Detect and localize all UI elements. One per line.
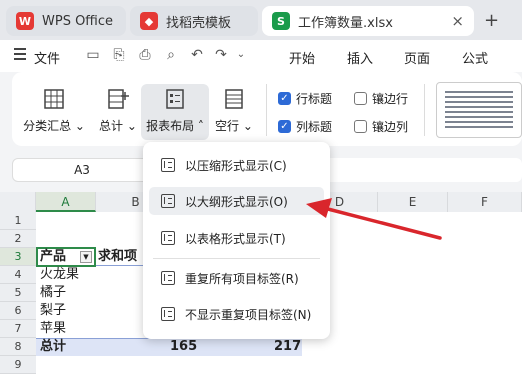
checkbox-checked-icon: ✓ [278, 92, 291, 105]
cell-a5[interactable]: 橘子 [40, 284, 66, 302]
hamburger-icon[interactable] [14, 48, 26, 60]
row-header-label: 行标题 [296, 92, 333, 106]
row-header-1[interactable]: 1 [0, 212, 36, 230]
name-box[interactable]: A3 [12, 158, 152, 182]
compact-form-icon [161, 158, 175, 172]
column-header-a[interactable]: A [36, 192, 96, 212]
docer-logo-icon: ◆ [140, 12, 158, 30]
menu-item-label: 重复所有项目标签(R) [185, 271, 299, 286]
row-header-checkbox[interactable]: ✓ 行标题 [278, 90, 332, 107]
menu-item-label: 以压缩形式显示(C) [185, 158, 287, 173]
menu-bar [0, 40, 522, 72]
report-layout-label: 报表布局 ˄ [146, 119, 204, 133]
menu-item-label: 不显示重复项目标签(N) [185, 307, 312, 322]
filter-dropdown-icon[interactable]: ▼ [80, 251, 92, 263]
subtotal-table-icon [44, 89, 64, 109]
checkbox-unchecked-icon [354, 120, 367, 133]
checkbox-unchecked-icon [354, 92, 367, 105]
row-header-2[interactable]: 2 [0, 230, 36, 248]
menu-start[interactable]: 开始 [289, 48, 315, 67]
menu-file[interactable]: 文件 [34, 48, 60, 67]
redo-icon[interactable]: ↷ [212, 46, 230, 64]
cell-b3[interactable]: 求和项 [98, 248, 137, 266]
total-button[interactable]: 总计 ⌄ [96, 84, 140, 140]
print-icon[interactable]: ⎙ [136, 46, 154, 64]
wps-logo-icon: W [16, 12, 34, 30]
row-header-8[interactable]: 8 [0, 338, 36, 356]
new-tab-icon[interactable]: + [484, 10, 499, 31]
chevron-down-icon[interactable]: ⌄ [232, 46, 250, 64]
tabular-form-icon [161, 231, 175, 245]
outline-form-icon [161, 194, 175, 208]
menu-item-label: 以大纲形式显示(O) [185, 194, 288, 209]
row-header-6[interactable]: 6 [0, 302, 36, 320]
subtotal-button[interactable]: 分类汇总 ⌄ [23, 84, 85, 140]
cell-a4[interactable]: 火龙果 [40, 266, 79, 284]
save-icon[interactable]: ▭ [84, 46, 102, 64]
report-layout-button[interactable]: 报表布局 ˄ [141, 84, 209, 140]
cell-a7[interactable]: 苹果 [40, 320, 66, 338]
menu-item-compact-form[interactable]: 以压缩形式显示(C) [149, 151, 324, 179]
red-arrow-annotation [306, 198, 442, 240]
row-header-3[interactable]: 3 [0, 248, 36, 266]
menu-page[interactable]: 页面 [404, 48, 430, 67]
row-header-7[interactable]: 7 [0, 320, 36, 338]
close-tab-icon[interactable]: × [451, 12, 464, 30]
blank-row-icon [225, 89, 243, 109]
total-label: 总计 ⌄ [99, 119, 137, 133]
cell-b8[interactable]: 165 [170, 338, 197, 356]
column-header-f[interactable]: F [448, 192, 522, 212]
banded-cols-checkbox[interactable]: 镶边列 [354, 118, 408, 135]
menu-insert[interactable]: 插入 [347, 48, 373, 67]
cell-c8[interactable]: 217 [274, 338, 301, 356]
checkbox-checked-icon: ✓ [278, 120, 291, 133]
cell-a3[interactable]: 产品 [40, 248, 66, 266]
banded-rows-label: 镶边行 [372, 92, 409, 106]
cell-a8[interactable]: 总计 [40, 338, 66, 356]
tab-label: 工作簿数量.xlsx [298, 15, 393, 31]
blank-row-label: 空行 ⌄ [215, 119, 253, 133]
menu-formula[interactable]: 公式 [462, 48, 488, 67]
report-layout-icon [166, 89, 184, 109]
col-header-checkbox[interactable]: ✓ 列标题 [278, 118, 332, 135]
blank-row-button[interactable]: 空行 ⌄ [212, 84, 256, 140]
subtotal-label: 分类汇总 ⌄ [23, 119, 85, 133]
no-repeat-labels-icon [161, 307, 175, 321]
tab-wps-office[interactable]: W WPS Office [6, 6, 126, 36]
grand-total-row [36, 338, 302, 356]
menu-item-no-repeat-labels[interactable]: 不显示重复项目标签(N) [149, 300, 324, 328]
banded-cols-label: 镶边列 [372, 120, 409, 134]
tab-label: WPS Office [42, 13, 114, 29]
dropdown-divider [153, 258, 320, 259]
grand-total-icon [108, 89, 129, 109]
pivot-style-gallery[interactable] [436, 82, 522, 138]
row-header-5[interactable]: 5 [0, 284, 36, 302]
col-header-label: 列标题 [296, 120, 333, 134]
select-all-corner[interactable] [0, 192, 36, 212]
tab-label: 找稻壳模板 [166, 15, 232, 31]
ribbon-divider [424, 84, 425, 136]
menu-item-label: 以表格形式显示(T) [185, 231, 286, 246]
tab-docer-templates[interactable]: ◆ 找稻壳模板 [130, 6, 258, 36]
cell-a6[interactable]: 梨子 [40, 302, 66, 320]
repeat-labels-icon [161, 271, 175, 285]
tab-workbook[interactable]: S 工作簿数量.xlsx × [262, 6, 474, 36]
print-preview-icon[interactable]: ⌕ [162, 46, 180, 64]
export-icon[interactable]: ⎘ [110, 46, 128, 64]
spreadsheet-s-icon: S [272, 12, 290, 30]
row-header-9[interactable]: 9 [0, 356, 36, 374]
menu-item-repeat-labels[interactable]: 重复所有项目标签(R) [149, 264, 324, 292]
undo-icon[interactable]: ↶ [188, 46, 206, 64]
ribbon-divider [266, 84, 267, 136]
banded-rows-checkbox[interactable]: 镶边行 [354, 90, 408, 107]
row-header-4[interactable]: 4 [0, 266, 36, 284]
